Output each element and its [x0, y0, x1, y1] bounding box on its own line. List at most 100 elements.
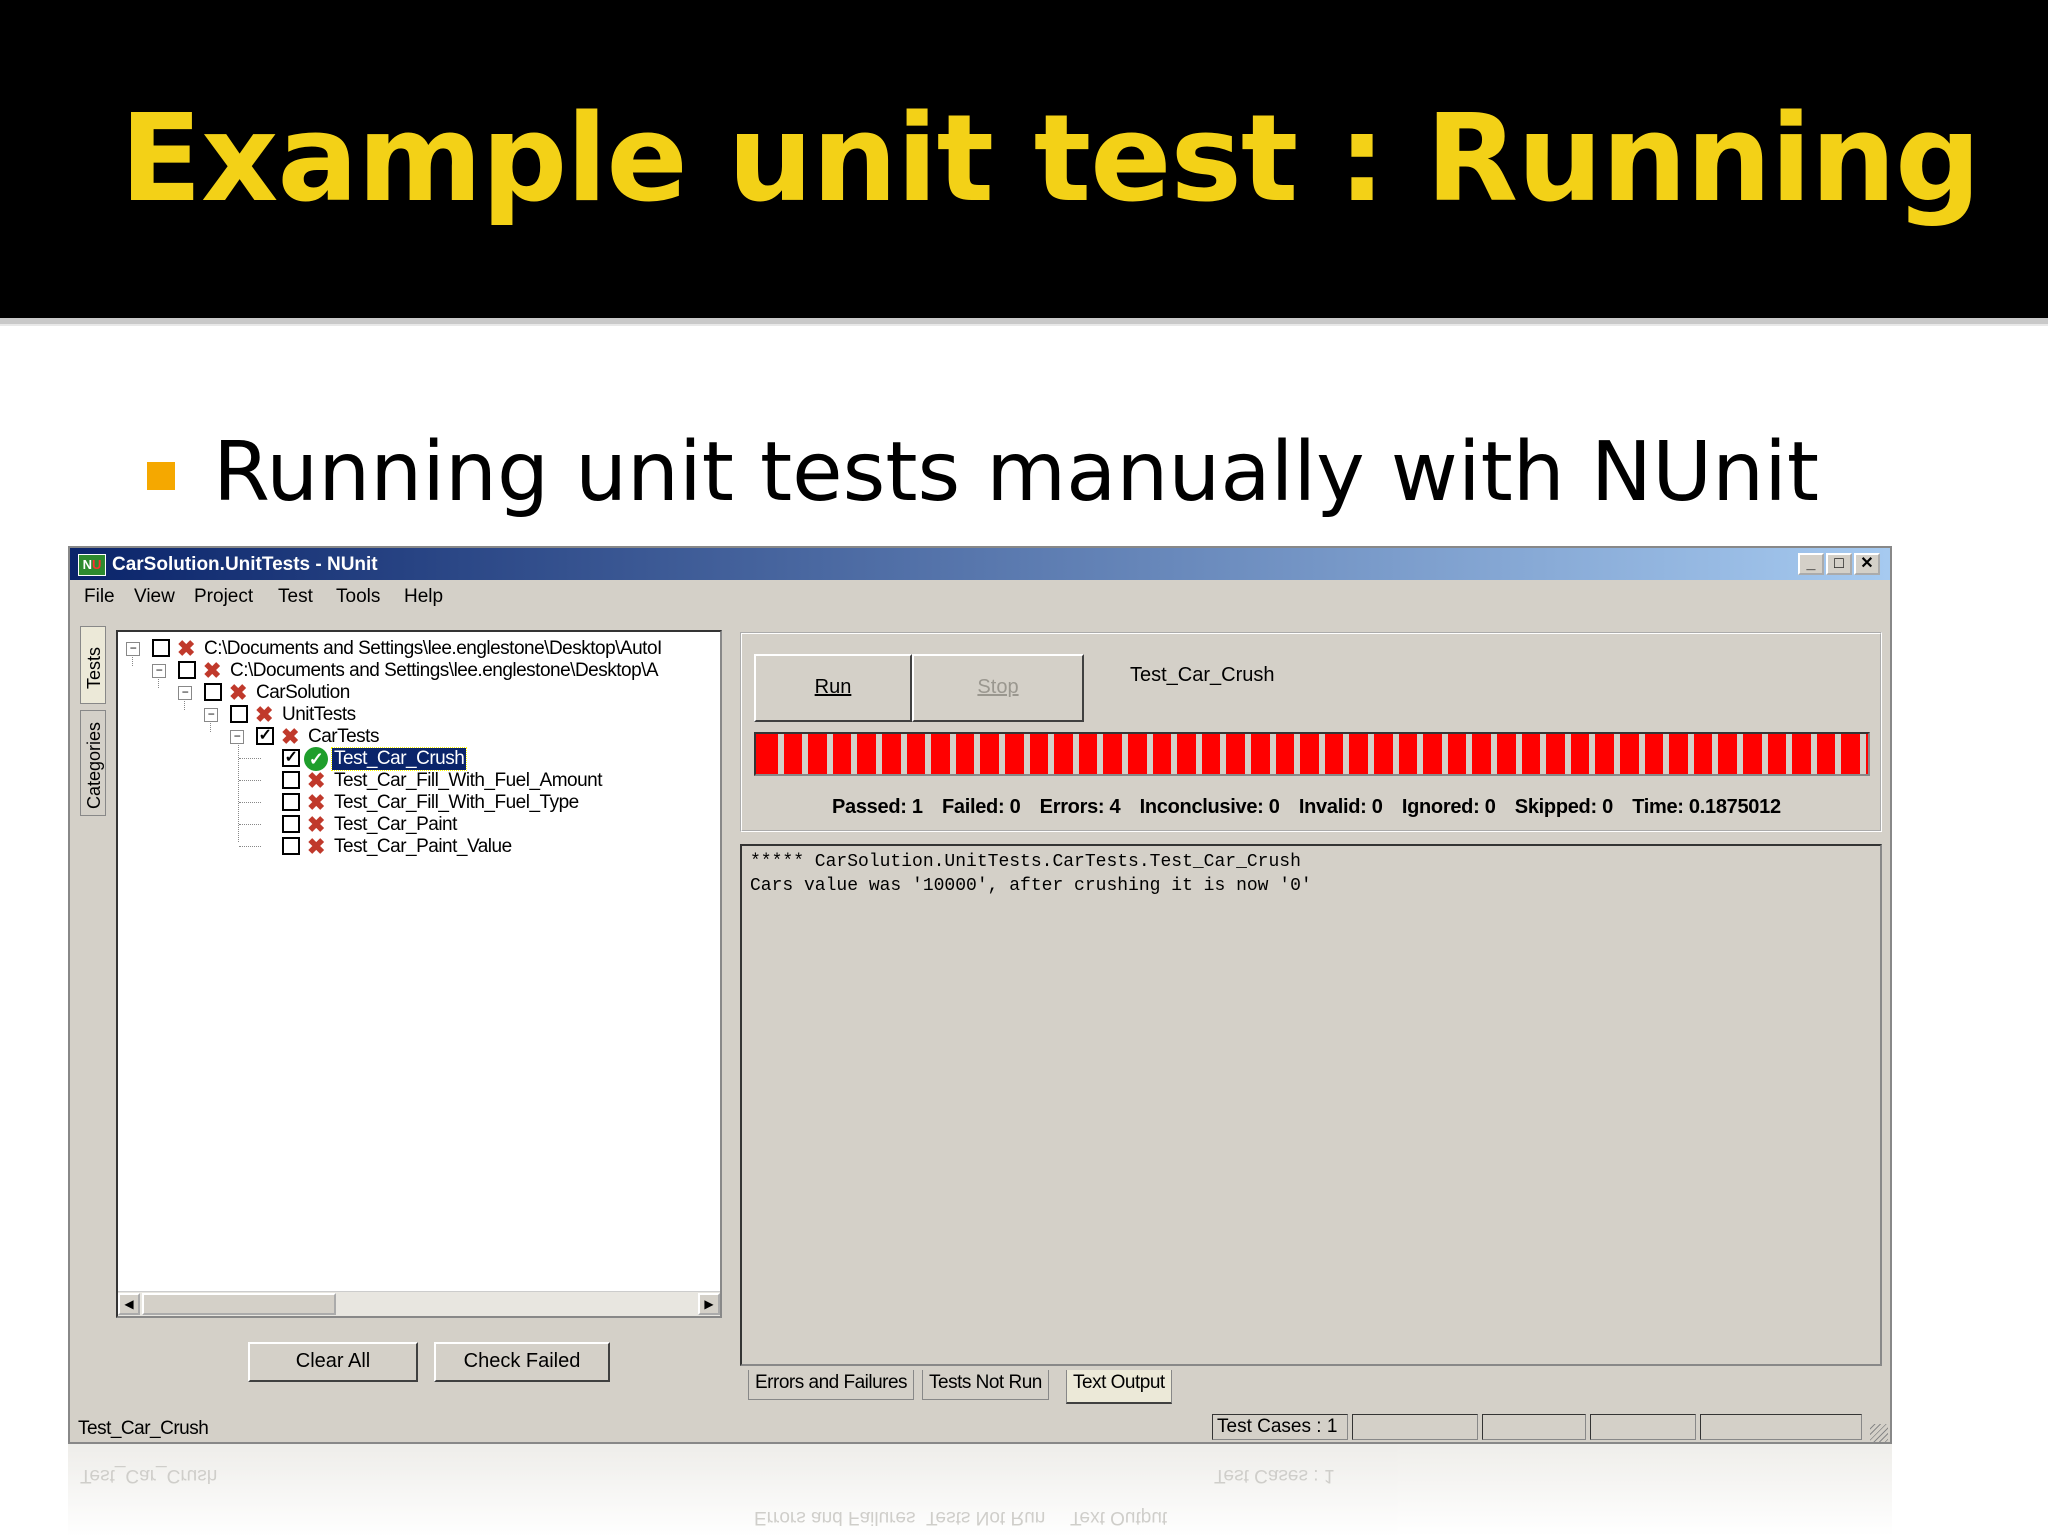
failed-x-icon: ✖	[203, 658, 221, 683]
progress-segment-gap	[1860, 734, 1866, 774]
tab-tests-not-run[interactable]: Tests Not Run	[922, 1370, 1049, 1400]
menu-project[interactable]: Project	[194, 586, 253, 608]
text-output-panel[interactable]: ***** CarSolution.UnitTests.CarTests.Tes…	[740, 844, 1882, 1366]
progress-segment-gap	[876, 734, 882, 774]
errors-count: Errors: 4	[1039, 796, 1121, 818]
passed-count: Passed: 1	[832, 796, 923, 818]
progress-segment-gap	[1811, 734, 1817, 774]
progress-segment-gap	[1712, 734, 1718, 774]
output-line: ***** CarSolution.UnitTests.CarTests.Tes…	[750, 852, 1301, 872]
progress-segment-gap	[1171, 734, 1177, 774]
reflection-text: Test Cases : 1	[1214, 1465, 1335, 1486]
tree-node-label: UnitTests	[282, 704, 356, 725]
node-checkbox[interactable]	[204, 683, 222, 701]
status-test-cases: Test Cases : 1	[1212, 1414, 1348, 1440]
stop-button[interactable]: Stop	[912, 654, 1084, 722]
tree-connector	[239, 758, 261, 759]
tab-tests[interactable]: Tests	[80, 626, 106, 704]
reflection-text: Errors and Failures	[754, 1507, 916, 1528]
menu-view[interactable]: View	[134, 586, 175, 608]
tree-node-label: Test_Car_Paint	[334, 814, 457, 835]
progress-segment-gap	[1368, 734, 1374, 774]
node-checkbox[interactable]	[230, 705, 248, 723]
progress-segment-gap	[851, 734, 857, 774]
slide-title-band: Example unit test : Running	[0, 0, 2048, 318]
menu-help[interactable]: Help	[404, 586, 443, 608]
window-reflection: Test_Car_Crush Test Cases : 1 Errors and…	[68, 1444, 1892, 1536]
progress-segment-gap	[1024, 734, 1030, 774]
skipped-count: Skipped: 0	[1514, 796, 1613, 818]
progress-segment-gap	[1516, 734, 1522, 774]
tree-connector	[238, 738, 239, 842]
progress-segment-gap	[1220, 734, 1226, 774]
elapsed-time: Time: 0.1875012	[1632, 796, 1781, 818]
reflection-text: Tests Not Run	[926, 1507, 1046, 1528]
node-checkbox[interactable]	[282, 793, 300, 811]
collapse-icon[interactable]: −	[178, 686, 192, 700]
collapse-icon[interactable]: −	[126, 642, 140, 656]
status-cell-empty	[1352, 1414, 1478, 1440]
node-checkbox-checked[interactable]: ✓	[256, 727, 274, 745]
status-cell-empty	[1482, 1414, 1586, 1440]
window-title: CarSolution.UnitTests - NUnit	[112, 554, 378, 575]
node-checkbox[interactable]	[282, 837, 300, 855]
progress-segment-gap	[1786, 734, 1792, 774]
progress-segment-gap	[827, 734, 833, 774]
menu-bar: File View Project Test Tools Help	[70, 580, 1890, 612]
scroll-left-icon[interactable]: ◀	[118, 1293, 140, 1315]
menu-test[interactable]: Test	[278, 586, 313, 608]
run-summary: Passed: 1 Failed: 0 Errors: 4 Inconclusi…	[832, 796, 1795, 819]
test-tree[interactable]: − ✖ C:\Documents and Settings\lee.engles…	[116, 630, 722, 1318]
close-button[interactable]: ✕	[1854, 553, 1880, 575]
progress-bar	[754, 732, 1870, 776]
maximize-button[interactable]: □	[1826, 553, 1852, 575]
progress-segment-gap	[1417, 734, 1423, 774]
progress-segment-gap	[1663, 734, 1669, 774]
failed-x-icon: ✖	[307, 834, 325, 859]
progress-segment-gap	[1737, 734, 1743, 774]
menu-file[interactable]: File	[84, 586, 115, 608]
scroll-right-icon[interactable]: ▶	[698, 1293, 720, 1315]
failed-x-icon: ✖	[281, 724, 299, 749]
reflection-text: Text Output	[1070, 1507, 1168, 1528]
progress-segment-gap	[1097, 734, 1103, 774]
node-checkbox[interactable]	[282, 771, 300, 789]
progress-segment-gap	[950, 734, 956, 774]
clear-all-button[interactable]: Clear All	[248, 1342, 418, 1382]
tree-node-label: CarSolution	[256, 682, 350, 703]
nunit-app-icon: NU	[78, 554, 106, 576]
progress-segment-gap	[1147, 734, 1153, 774]
node-checkbox[interactable]	[152, 639, 170, 657]
tree-connector	[239, 846, 261, 847]
progress-segment-gap	[1442, 734, 1448, 774]
scroll-thumb[interactable]	[142, 1293, 336, 1315]
resize-grip-icon[interactable]	[1870, 1424, 1888, 1442]
tree-horizontal-scrollbar[interactable]: ◀ ▶	[118, 1291, 720, 1316]
collapse-icon[interactable]: −	[204, 708, 218, 722]
progress-segment-gap	[1122, 734, 1128, 774]
menu-tools[interactable]: Tools	[336, 586, 380, 608]
check-failed-button[interactable]: Check Failed	[434, 1342, 610, 1382]
window-titlebar[interactable]: NU CarSolution.UnitTests - NUnit _ □ ✕	[70, 548, 1890, 580]
tab-text-output[interactable]: Text Output	[1066, 1370, 1172, 1404]
failed-x-icon: ✖	[177, 636, 195, 661]
status-bar: Test_Car_Crush Test Cases : 1	[70, 1410, 1890, 1442]
run-button[interactable]: Run	[754, 654, 912, 722]
minimize-button[interactable]: _	[1798, 553, 1824, 575]
status-current-test: Test_Car_Crush	[78, 1418, 209, 1439]
node-checkbox[interactable]	[178, 661, 196, 679]
tab-errors-and-failures[interactable]: Errors and Failures	[748, 1370, 915, 1400]
collapse-icon[interactable]: −	[152, 664, 166, 678]
tree-node-label: Test_Car_Fill_With_Fuel_Type	[334, 792, 579, 813]
tab-categories-label: Categories	[84, 721, 104, 809]
node-checkbox[interactable]	[282, 815, 300, 833]
ignored-count: Ignored: 0	[1401, 796, 1496, 818]
failed-x-icon: ✖	[229, 680, 247, 705]
slide-title: Example unit test : Running	[120, 90, 1981, 229]
tab-categories[interactable]: Categories	[80, 710, 106, 816]
progress-segment-gap	[1688, 734, 1694, 774]
progress-segment-gap	[1589, 734, 1595, 774]
collapse-icon[interactable]: −	[230, 730, 244, 744]
node-checkbox-checked[interactable]: ✓	[282, 749, 300, 767]
tree-node-label: Test_Car_Fill_With_Fuel_Amount	[334, 770, 603, 791]
